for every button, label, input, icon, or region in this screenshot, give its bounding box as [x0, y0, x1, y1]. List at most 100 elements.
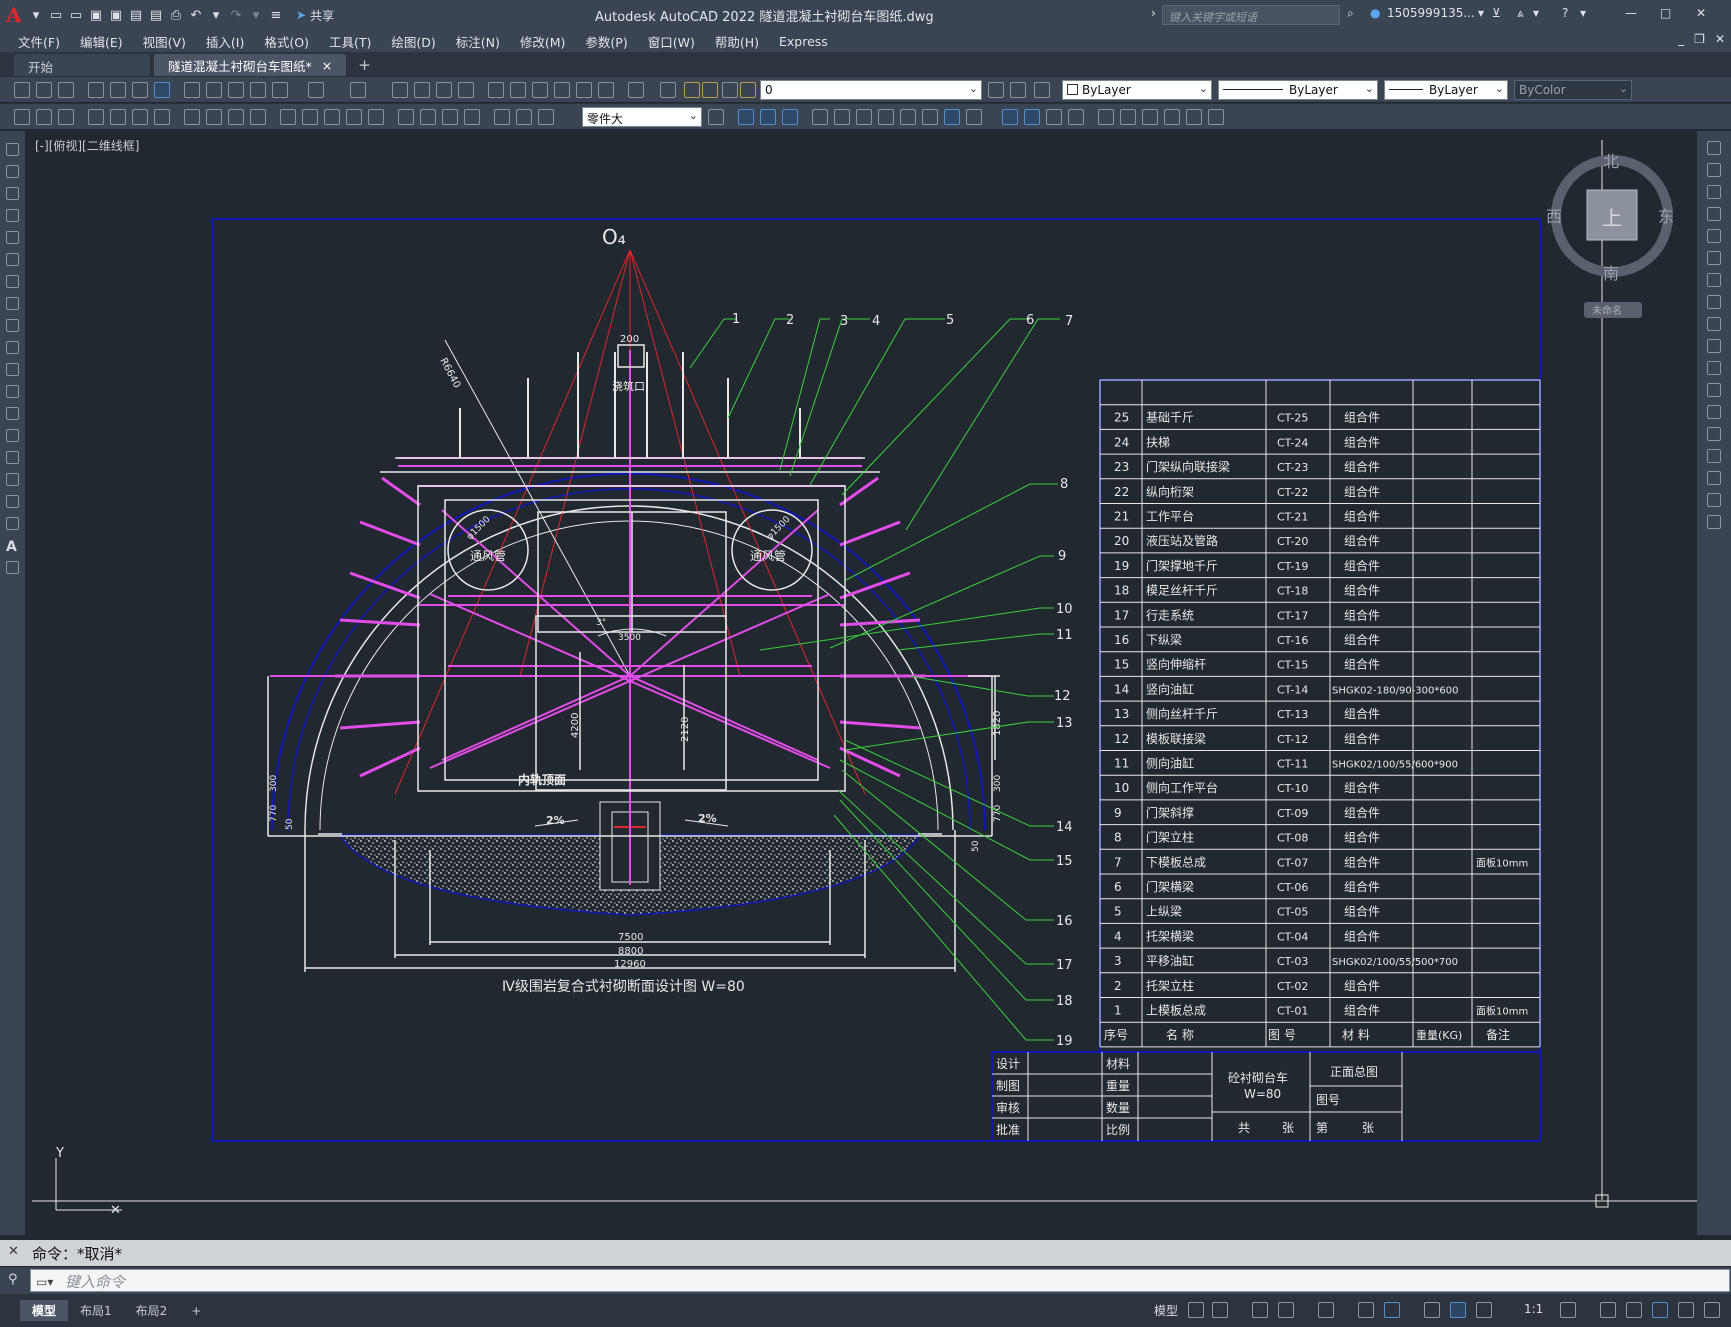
autoscale-icon[interactable] [1476, 1302, 1492, 1318]
osnap-tracking-icon[interactable] [1358, 1302, 1374, 1318]
bom-row-code: CT-21 [1277, 511, 1308, 524]
bom-row-code: CT-04 [1277, 930, 1308, 943]
grid-icon[interactable] [1188, 1302, 1204, 1318]
bom-row-code: CT-18 [1277, 585, 1308, 598]
bom-row-code: CT-19 [1277, 560, 1308, 573]
bom-row-no: 12 [1114, 732, 1129, 746]
annotation-monitor-icon[interactable] [1600, 1302, 1616, 1318]
annotation-scale[interactable]: 1:1 [1524, 1302, 1543, 1316]
osnap-icon[interactable] [1384, 1302, 1400, 1318]
bom-row-material: 组合件 [1344, 904, 1380, 919]
customization-icon[interactable] [1704, 1302, 1720, 1318]
dim-2120: 2120 [680, 717, 691, 742]
bom-row-code: CT-24 [1277, 436, 1308, 449]
polar-icon[interactable] [1278, 1302, 1294, 1318]
tb-scale: 比例 [1106, 1123, 1130, 1137]
ucs-y-label: Y [55, 1146, 64, 1161]
bom-row-material: 组合件 [1344, 928, 1380, 943]
command-input[interactable]: 键入命令 [30, 1269, 1730, 1292]
tb-design: 设计 [996, 1057, 1020, 1071]
bom-row-no: 9 [1114, 806, 1122, 820]
command-close-icon[interactable]: ✕ [8, 1244, 19, 1259]
callout-8: 8 [1060, 477, 1068, 492]
bom-row-material: 组合件 [1344, 533, 1380, 548]
command-recent-icon[interactable]: ▭▾ [36, 1275, 53, 1289]
bom-row-no: 19 [1114, 559, 1129, 573]
workspace-gear-icon[interactable] [1560, 1302, 1576, 1318]
bom-row-code: CT-25 [1277, 412, 1308, 425]
bom-row-name: 上模板总成 [1146, 1004, 1206, 1018]
callout-9: 9 [1058, 549, 1066, 564]
callout-12: 12 [1054, 689, 1071, 704]
annotation-visibility-icon[interactable] [1450, 1302, 1466, 1318]
drawing-svg: O₄ R6640 200 浇筑口 通风管 通风管 φ1500 φ1500 3° … [32, 140, 1697, 1218]
bom-row-name: 下纵梁 [1146, 632, 1182, 647]
bom-row-code: CT-12 [1277, 733, 1308, 746]
tb-review: 审核 [996, 1100, 1020, 1115]
layout-tab-2[interactable]: 布局2 [124, 1300, 180, 1321]
callout-4: 4 [872, 314, 880, 329]
ucs-x-mark: ✕ [110, 1203, 121, 1218]
tb-total: 共 [1238, 1121, 1250, 1135]
ortho-icon[interactable] [1252, 1302, 1268, 1318]
layout-tab-1[interactable]: 布局1 [68, 1300, 124, 1321]
bom-row-code: CT-22 [1277, 486, 1308, 499]
bom-row-no: 16 [1114, 633, 1129, 647]
tb-view: 正面总图 [1330, 1065, 1378, 1079]
dim-7500: 7500 [618, 932, 643, 943]
command-history-text: 命令：*取消* [32, 1244, 123, 1263]
bom-row-no: 7 [1114, 855, 1122, 869]
snap-icon[interactable] [1212, 1302, 1228, 1318]
callout-leaders [689, 318, 1060, 1041]
isodraft-icon[interactable] [1318, 1302, 1334, 1318]
callout-1: 1 [732, 312, 740, 327]
bom-row-no: 1 [1114, 1004, 1122, 1018]
bom-row-material: 组合件 [1344, 410, 1380, 425]
callout-5: 5 [946, 313, 954, 328]
bom-header-name: 名 称 [1166, 1027, 1194, 1042]
layout-tab-model[interactable]: 模型 [20, 1300, 69, 1321]
bom-row-code: CT-09 [1277, 807, 1308, 820]
bom-row-no: 14 [1114, 682, 1129, 696]
viewcube-west[interactable]: 西 [1546, 207, 1562, 226]
drawing-caption: Ⅳ级围岩复合式衬砌断面设计图 W=80 [502, 978, 745, 995]
quick-properties-icon[interactable] [1652, 1302, 1668, 1318]
trolley-frame-magenta [270, 350, 990, 885]
bom-table: 25 基础千斤 CT-25 组合件24 扶梯 CT-24 组合件23 门架纵向联接梁 CT-23… [1099, 379, 1541, 1053]
bom-row-no: 5 [1114, 905, 1122, 919]
viewcube-south[interactable]: 南 [1603, 264, 1619, 283]
bom-row-name: 托架横梁 [1146, 928, 1194, 943]
bom-row-material: 组合件 [1344, 509, 1380, 524]
status-model-toggle[interactable]: 模型 [1154, 1302, 1178, 1319]
bom-row-material: 组合件 [1344, 879, 1380, 894]
tb-material: 材料 [1106, 1057, 1130, 1071]
units-icon[interactable] [1626, 1302, 1642, 1318]
bom-row-no: 21 [1114, 510, 1129, 524]
bom-row-name: 竖向油缸 [1146, 681, 1194, 696]
bom-row-material: 组合件 [1344, 434, 1380, 449]
clean-screen-icon[interactable] [1678, 1302, 1694, 1318]
o4-label: O₄ [602, 225, 626, 249]
dim-3500: 3500 [618, 633, 641, 643]
bom-row-name: 托架立柱 [1146, 978, 1194, 993]
lineweight-icon[interactable] [1424, 1302, 1440, 1318]
bom-row-material: 组合件 [1344, 558, 1380, 573]
viewcube[interactable]: 上 北 南 东 西 未命名 [1546, 152, 1674, 318]
callout-7: 7 [1065, 314, 1073, 329]
bom-row-name: 侧向油缸 [1146, 756, 1194, 771]
bom-row-material: 组合件 [1344, 607, 1380, 622]
add-layout-icon[interactable]: + [179, 1302, 213, 1320]
bom-row-no: 10 [1114, 781, 1129, 795]
bom-row-no: 25 [1114, 411, 1129, 425]
bom-row-no: 6 [1114, 880, 1122, 894]
viewcube-east[interactable]: 东 [1658, 207, 1674, 226]
bom-row-material: 组合件 [1344, 1003, 1380, 1018]
command-customize-icon[interactable]: ⚲ [8, 1272, 18, 1287]
bom-row-material: 组合件 [1344, 459, 1380, 474]
bom-row-name: 扶梯 [1146, 434, 1170, 449]
bom-row-no: 17 [1114, 608, 1129, 622]
bom-row-no: 15 [1114, 658, 1129, 672]
bom-row-no: 13 [1114, 707, 1129, 721]
status-bar: 模型 布局1 布局2 + 模型 1:1 [0, 1294, 1731, 1327]
viewcube-north[interactable]: 北 [1603, 152, 1619, 171]
